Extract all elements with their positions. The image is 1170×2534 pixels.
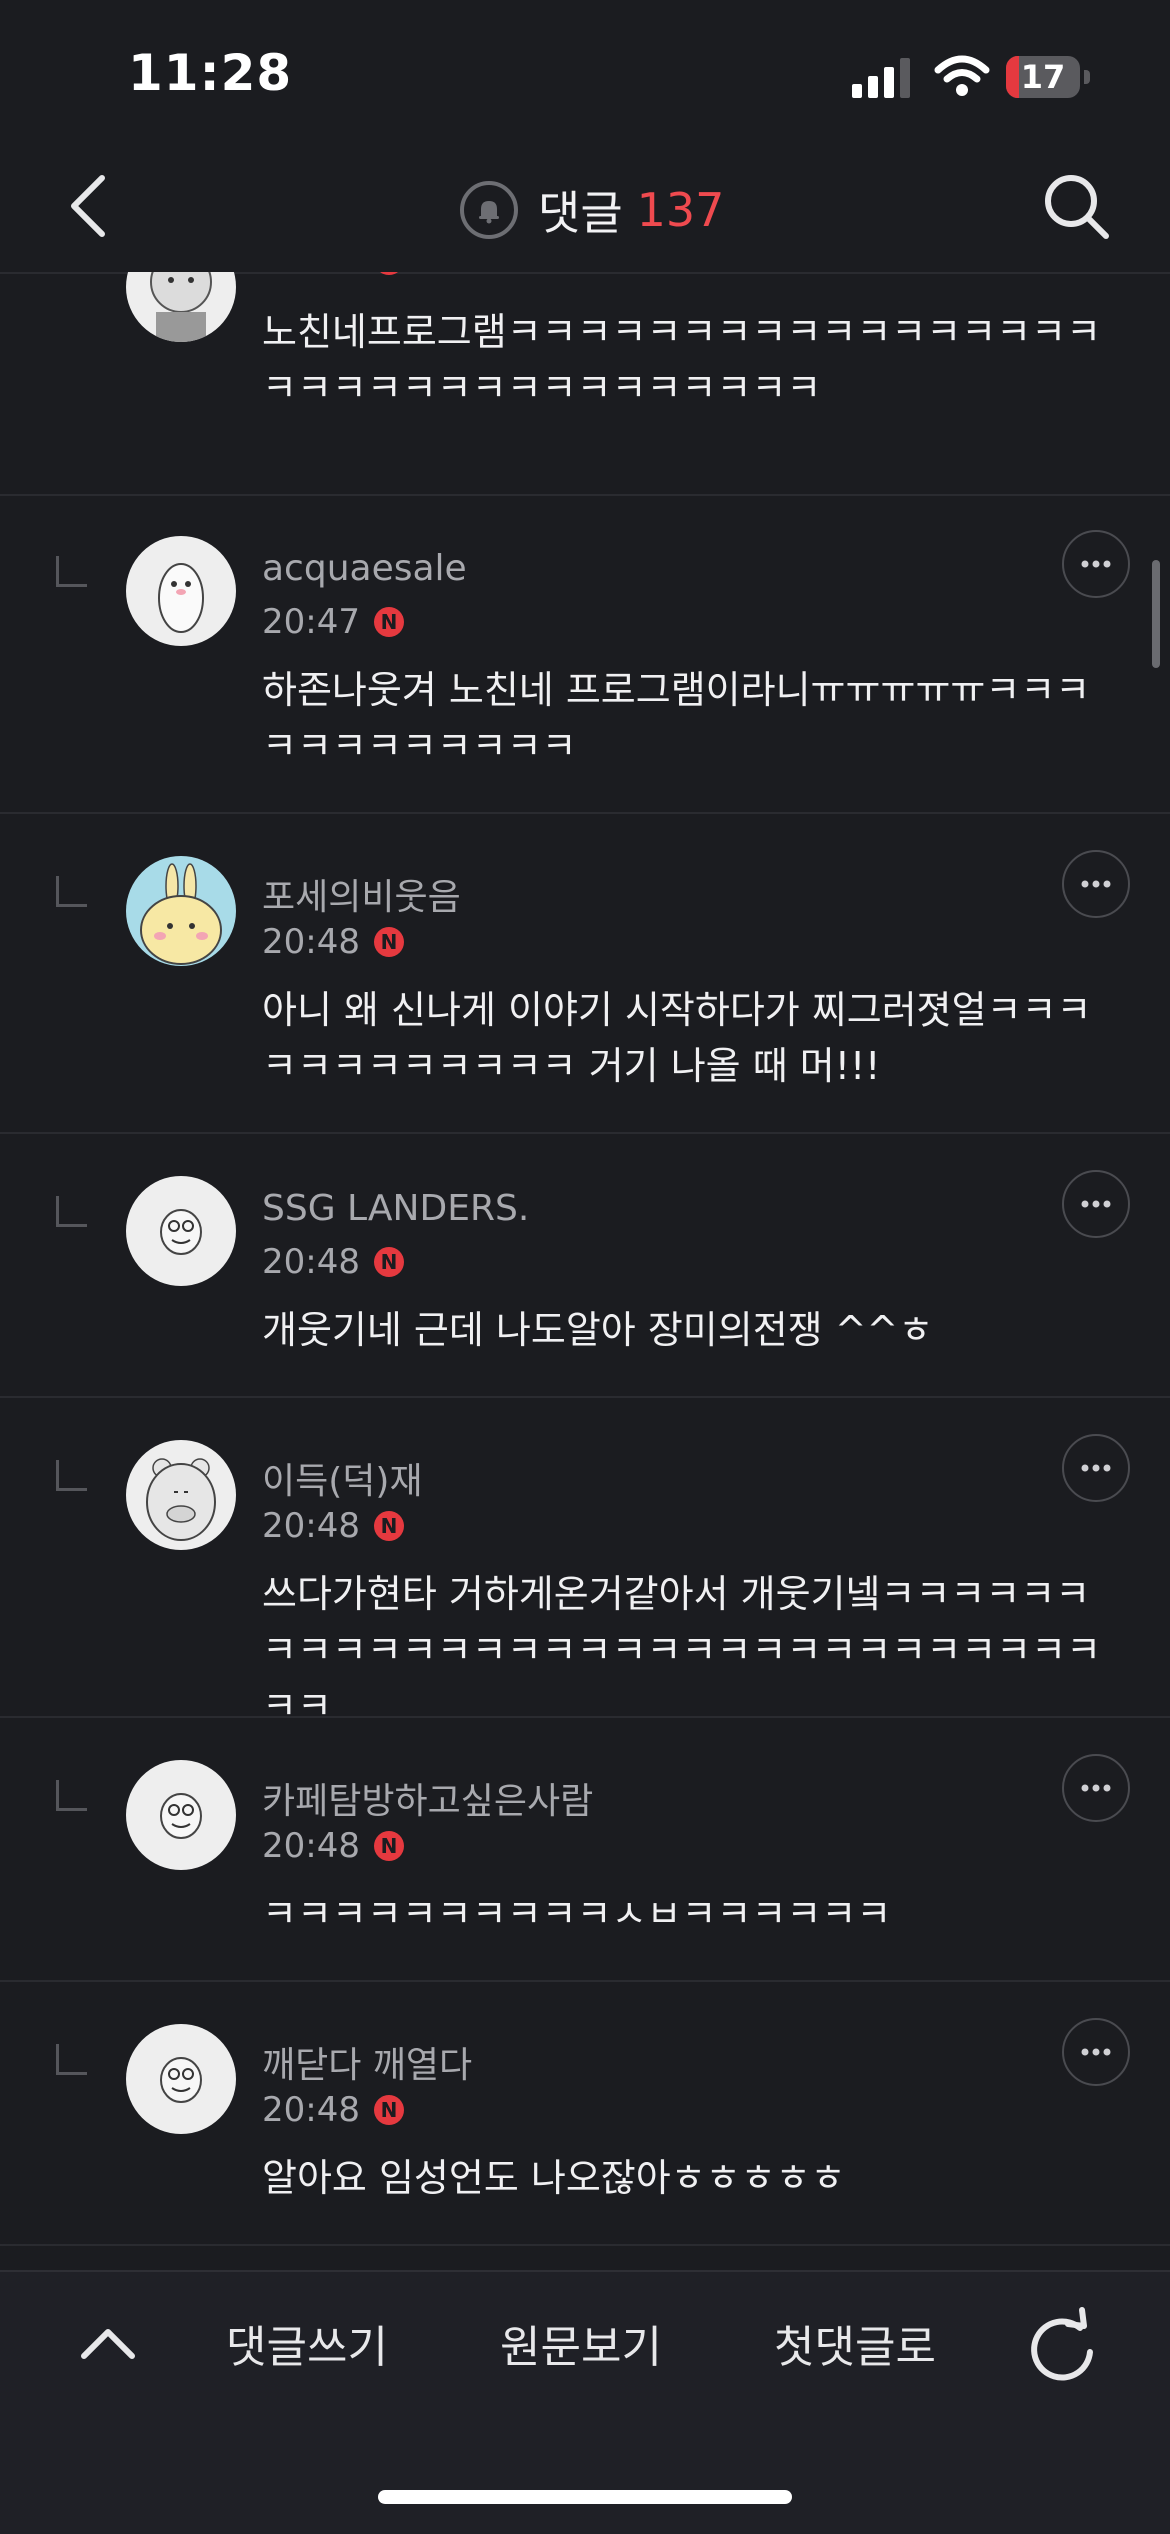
battery-indicator: 17 <box>1006 56 1092 100</box>
comment-time: 20:48 <box>262 1506 360 1546</box>
page-title: 댓글 137 <box>460 174 724 246</box>
comment-item: 이득(덕)재 20:48 N 쓰다가현타 거하게온거같아서 개웃기넼ㅋㅋㅋㅋㅋㅋ… <box>0 1398 1170 1728</box>
comment-time: 20:47 <box>262 602 360 642</box>
reply-indicator-icon <box>56 1196 87 1227</box>
comment-author[interactable]: 포세의비웃음 <box>262 868 461 920</box>
first-comment-button[interactable]: 첫댓글로 <box>774 2312 936 2384</box>
new-badge: N <box>373 1247 404 1277</box>
back-button[interactable] <box>56 170 128 242</box>
comment-author[interactable]: 깨닫다 깨열다 <box>262 2036 472 2088</box>
comment-item: 깨닫다 깨열다 20:48 N 알아요 임성언도 나오잖아ㅎㅎㅎㅎㅎ <box>0 1982 1170 2246</box>
comment-item: acquaesale 20:47 N 하존나웃겨 노친네 프로그램이라니ㅠㅠㅠㅠ… <box>0 494 1170 814</box>
reply-indicator-icon <box>56 1780 87 1811</box>
comment-text: 노친네프로그램ㅋㅋㅋㅋㅋㅋㅋㅋㅋㅋㅋㅋㅋㅋㅋㅋㅋㅋㅋㅋㅋㅋㅋㅋㅋㅋㅋㅋㅋㅋㅋㅋㅋ <box>262 310 1102 410</box>
comment-author[interactable]: 이득(덕)재 <box>262 1452 423 1504</box>
reply-indicator-icon <box>56 556 87 587</box>
reply-indicator-icon <box>56 1460 87 1491</box>
comment-text: 알아요 임성언도 나오잖아ㅎㅎㅎㅎㅎ <box>262 2156 846 2200</box>
avatar[interactable] <box>126 2024 236 2134</box>
status-time: 11:28 <box>128 44 293 102</box>
avatar[interactable] <box>126 856 236 966</box>
more-options-button[interactable] <box>1062 1434 1130 1502</box>
new-badge: N <box>373 1511 404 1541</box>
comment-time: 20:47 <box>262 272 360 280</box>
comment-text: ㅋㅋㅋㅋㅋㅋㅋㅋㅋㅋㅅㅂㅋㅋㅋㅋㅋㅋ <box>262 1892 892 1936</box>
scrollbar[interactable] <box>1152 560 1160 668</box>
more-options-button[interactable] <box>1062 850 1130 918</box>
comment-author[interactable]: 카페탐방하고싶은사람 <box>262 1772 593 1824</box>
comment-author[interactable]: acquaesale <box>262 548 467 589</box>
comment-time: 20:48 <box>262 1242 360 1282</box>
new-badge: N <box>373 272 404 275</box>
more-options-button[interactable] <box>1062 530 1130 598</box>
comment-time: 20:48 <box>262 1826 360 1866</box>
refresh-icon[interactable] <box>1024 2304 1100 2384</box>
comment-text: 쓰다가현타 거하게온거같아서 개웃기넼ㅋㅋㅋㅋㅋㅋㅋㅋㅋㅋㅋㅋㅋㅋㅋㅋㅋㅋㅋㅋㅋ… <box>262 1572 1102 1728</box>
more-options-button[interactable] <box>1062 2018 1130 2086</box>
bell-icon[interactable] <box>460 181 518 239</box>
status-bar: 11:28 17 <box>0 0 1170 140</box>
scroll-top-icon[interactable] <box>76 2312 140 2376</box>
comment-item <box>0 2246 1170 2268</box>
avatar[interactable] <box>126 1760 236 1870</box>
write-comment-button[interactable]: 댓글쓰기 <box>226 2312 388 2384</box>
comment-count: 137 <box>636 183 725 237</box>
comment-time: 20:48 <box>262 2090 360 2130</box>
wifi-icon <box>934 55 990 96</box>
avatar[interactable] <box>126 1176 236 1286</box>
more-options-button[interactable] <box>1062 1170 1130 1238</box>
more-options-button[interactable] <box>1062 1754 1130 1822</box>
new-badge: N <box>373 1831 404 1861</box>
nav-bar: 댓글 137 <box>0 140 1170 274</box>
comment-list: 20:47 N 노친네프로그램ㅋㅋㅋㅋㅋㅋㅋㅋㅋㅋㅋㅋㅋㅋㅋㅋㅋㅋㅋㅋㅋㅋㅋㅋㅋ… <box>0 272 1170 2268</box>
search-icon[interactable] <box>1040 170 1112 242</box>
avatar[interactable] <box>126 536 236 646</box>
nav-title-text: 댓글 <box>538 186 623 240</box>
cellular-signal-icon <box>852 58 910 98</box>
comment-text: 개웃기네 근데 나도알아 장미의전쟁 ^^ㅎ <box>262 1308 934 1352</box>
comment-text: 하존나웃겨 노친네 프로그램이라니ㅠㅠㅠㅠㅠㅋㅋㅋㅋㅋㅋㅋㅋㅋㅋㅋㅋ <box>262 668 1091 768</box>
reply-indicator-icon <box>56 876 87 907</box>
new-badge: N <box>373 2095 404 2125</box>
new-badge: N <box>373 607 404 637</box>
comment-item: SSG LANDERS. 20:48 N 개웃기네 근데 나도알아 장미의전쟁 … <box>0 1134 1170 1398</box>
comment-item: 포세의비웃음 20:48 N 아니 왜 신나게 이야기 시작하다가 찌그러졋얼ㅋ… <box>0 814 1170 1134</box>
home-indicator[interactable] <box>378 2490 792 2504</box>
avatar[interactable] <box>126 1440 236 1550</box>
battery-percent: 17 <box>1020 58 1066 96</box>
reply-indicator-icon <box>56 2044 87 2075</box>
comment-time: 20:48 <box>262 922 360 962</box>
avatar[interactable] <box>126 272 236 342</box>
new-badge: N <box>373 927 404 957</box>
comment-item: 20:47 N 노친네프로그램ㅋㅋㅋㅋㅋㅋㅋㅋㅋㅋㅋㅋㅋㅋㅋㅋㅋㅋㅋㅋㅋㅋㅋㅋㅋ… <box>0 272 1170 496</box>
view-original-button[interactable]: 원문보기 <box>500 2312 662 2384</box>
comment-author[interactable]: SSG LANDERS. <box>262 1188 529 1229</box>
comment-item: 카페탐방하고싶은사람 20:48 N ㅋㅋㅋㅋㅋㅋㅋㅋㅋㅋㅅㅂㅋㅋㅋㅋㅋㅋ <box>0 1718 1170 1982</box>
comment-text: 아니 왜 신나게 이야기 시작하다가 찌그러졋얼ㅋㅋㅋㅋㅋㅋㅋㅋㅋㅋㅋㅋ 거기 … <box>262 988 1092 1088</box>
